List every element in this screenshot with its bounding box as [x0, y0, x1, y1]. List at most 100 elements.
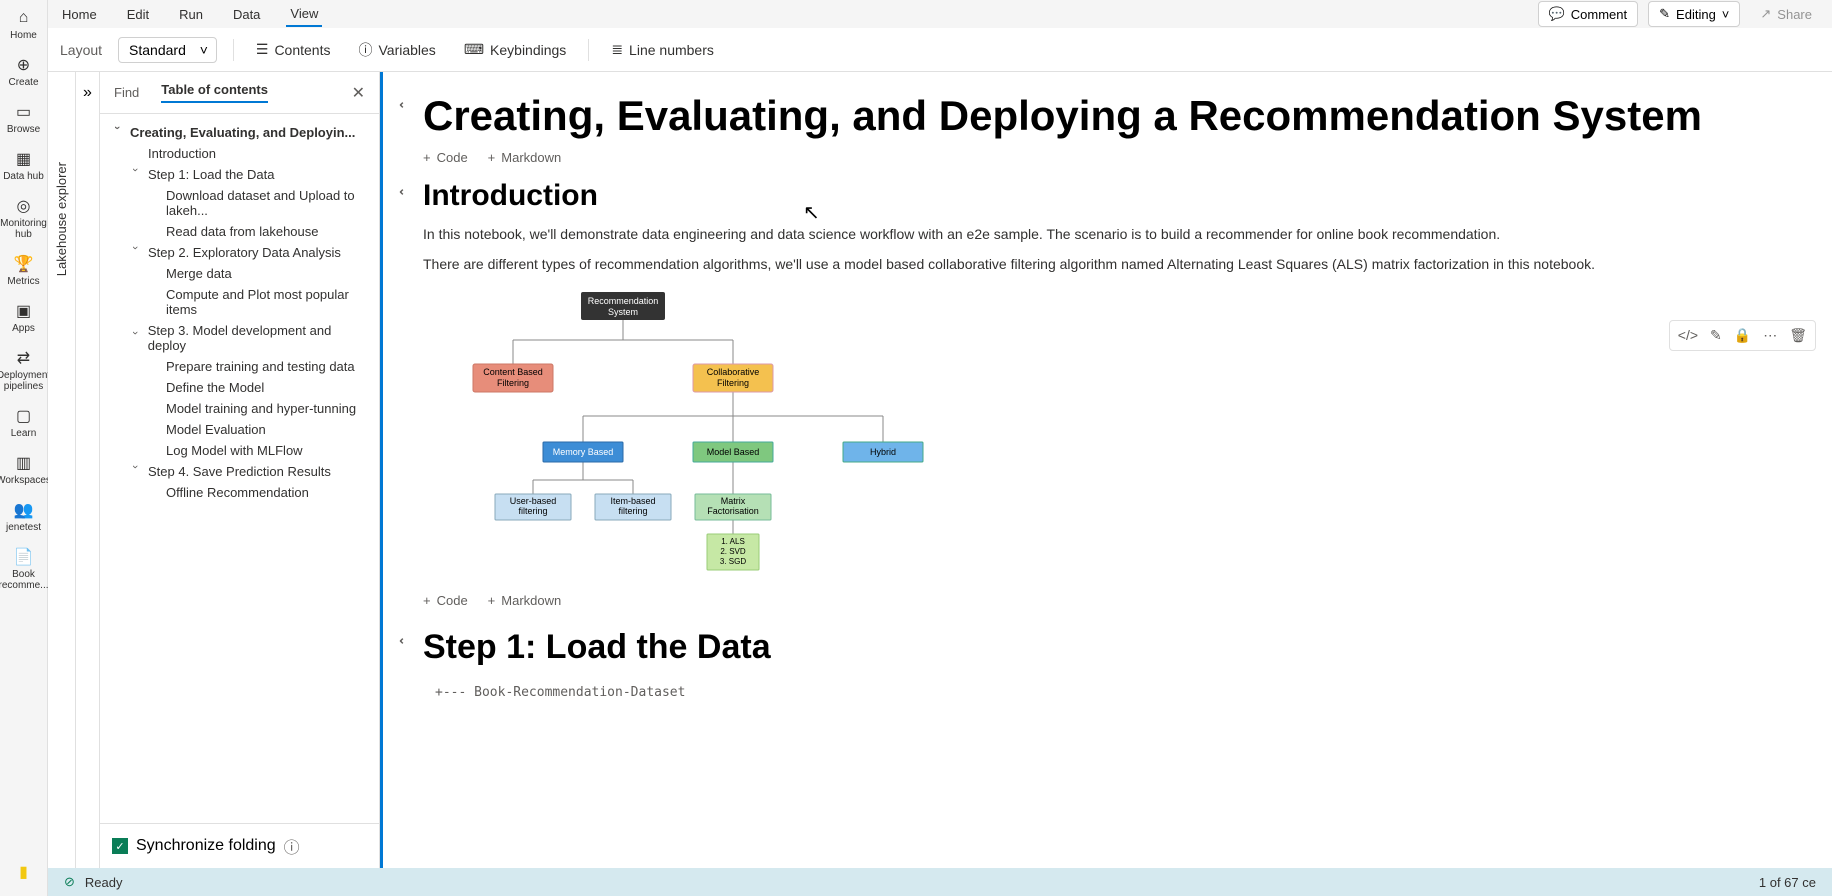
notebook-scroll[interactable]: ⌄ Creating, Evaluating, and Deploying a … — [380, 72, 1832, 868]
code-output-preview: +--- Book-Recommendation-Dataset — [423, 677, 1772, 708]
rail-notebook[interactable]: 📄Book recomme... — [0, 547, 48, 591]
home-icon: ⌂ — [14, 8, 34, 28]
toc-expand-toggle[interactable]: » — [76, 72, 100, 868]
notebook-content: ⌄ Creating, Evaluating, and Deploying a … — [383, 72, 1832, 728]
rail-create[interactable]: ⊕Create — [0, 55, 48, 88]
intro-para-1: In this notebook, we'll demonstrate data… — [423, 225, 1772, 245]
toc-item-5[interactable]: › Step 2. Exploratory Data Analysis — [100, 242, 379, 263]
lakehouse-explorer-collapsed[interactable]: Lakehouse explorer — [48, 72, 76, 868]
rail-metrics[interactable]: 🏆Metrics — [0, 254, 48, 287]
svg-text:3. SGD: 3. SGD — [720, 557, 746, 566]
code-icon[interactable]: </> — [1678, 327, 1698, 344]
chevron-down-icon: › — [129, 168, 141, 182]
chevron-down-icon: › — [129, 246, 141, 260]
keyboard-icon: ⌨ — [464, 41, 484, 58]
step1-heading: ⌄ Step 1: Load the Data — [423, 628, 1772, 667]
contents-button[interactable]: ☰Contents — [250, 37, 337, 62]
toc-item-9[interactable]: Prepare training and testing data — [100, 356, 379, 377]
toc-item-13[interactable]: Log Model with MLFlow — [100, 440, 379, 461]
line-numbers-button[interactable]: ≣Line numbers — [605, 37, 720, 62]
chevron-down-icon: › — [111, 126, 123, 140]
delete-icon[interactable]: 🗑 — [1789, 327, 1807, 344]
plus-icon: + — [423, 593, 431, 608]
sync-label: Synchronize folding — [136, 837, 276, 855]
toc-item-8[interactable]: ›Step 3. Model development and deploy — [100, 320, 379, 356]
menu-view[interactable]: View — [286, 2, 322, 27]
toc-item-3[interactable]: Download dataset and Upload to lakeh... — [100, 185, 379, 221]
share-button: ↗Share — [1750, 2, 1822, 26]
rail-home[interactable]: ⌂Home — [0, 8, 48, 41]
tab-find[interactable]: Find — [114, 85, 139, 100]
svg-text:1. ALS: 1. ALS — [721, 537, 745, 546]
close-icon[interactable]: ✕ — [352, 83, 365, 103]
content-area: Lakehouse explorer » Find Table of conte… — [48, 72, 1832, 868]
toc-item-7[interactable]: Compute and Plot most popular items — [100, 284, 379, 320]
toc-item-12[interactable]: Model Evaluation — [100, 419, 379, 440]
toc-item-2[interactable]: › Step 1: Load the Data — [100, 164, 379, 185]
add-code-button[interactable]: +Code — [423, 593, 468, 608]
plus-icon: + — [488, 593, 496, 608]
toc-item-11[interactable]: Model training and hyper-tunning — [100, 398, 379, 419]
powerbi-icon: ▮ — [14, 862, 34, 882]
tab-toc[interactable]: Table of contents — [161, 82, 268, 103]
toc-item-14[interactable]: ›Step 4. Save Prediction Results — [100, 461, 379, 482]
svg-text:Item-based: Item-based — [610, 496, 655, 506]
metrics-icon: 🏆 — [14, 254, 34, 274]
add-markdown-button[interactable]: +Markdown — [488, 593, 562, 608]
rail-datahub[interactable]: ▦Data hub — [0, 149, 48, 182]
toc-item-label: Step 1: Load the Data — [148, 167, 274, 182]
menu-edit[interactable]: Edit — [123, 3, 153, 26]
rail-browse[interactable]: ▭Browse — [0, 102, 48, 135]
rail-powerbi[interactable]: ▮ — [0, 862, 48, 882]
layout-label: Layout — [60, 42, 102, 58]
variables-icon: ⓘ — [358, 40, 372, 60]
layout-select[interactable]: Standard ˅ — [118, 37, 217, 63]
rail-workspace-user[interactable]: 👥jenetest — [0, 500, 48, 533]
rail-monitoring[interactable]: ◎Monitoring hub — [0, 196, 48, 240]
monitoring-icon: ◎ — [14, 196, 34, 216]
toc-item-0[interactable]: ›Creating, Evaluating, and Deployin... — [100, 122, 379, 143]
svg-text:Memory Based: Memory Based — [553, 447, 614, 457]
add-cell-row-1: +Code +Markdown — [423, 150, 1772, 165]
lines-icon: ≣ — [611, 41, 623, 58]
comment-button[interactable]: 💬Comment — [1538, 1, 1639, 27]
editing-button[interactable]: ✎Editing˅ — [1648, 1, 1740, 27]
svg-text:Filtering: Filtering — [717, 378, 749, 388]
menu-data[interactable]: Data — [229, 3, 264, 26]
toc-item-label: Define the Model — [166, 380, 264, 395]
toc-item-6[interactable]: Merge data — [100, 263, 379, 284]
plus-icon: + — [423, 150, 431, 165]
menu-home[interactable]: Home — [58, 3, 101, 26]
add-markdown-button[interactable]: +Markdown — [488, 150, 562, 165]
lock-icon[interactable]: 🔒 — [1734, 327, 1751, 344]
more-icon[interactable]: ⋯ — [1763, 327, 1777, 344]
menu-run[interactable]: Run — [175, 3, 207, 26]
edit-icon: ✎ — [1659, 6, 1670, 22]
chevron-down-icon[interactable]: ⌄ — [397, 636, 411, 646]
rail-pipelines[interactable]: ⇄Deployment pipelines — [0, 348, 48, 392]
keybindings-button[interactable]: ⌨Keybindings — [458, 37, 573, 62]
sync-checkbox[interactable]: ✓ — [112, 838, 128, 854]
main-area: Home Edit Run Data View 💬Comment ✎Editin… — [48, 0, 1832, 896]
rail-apps[interactable]: ▣Apps — [0, 301, 48, 334]
svg-text:Matrix: Matrix — [721, 496, 746, 506]
add-code-button[interactable]: +Code — [423, 150, 468, 165]
toc-item-10[interactable]: Define the Model — [100, 377, 379, 398]
toc-item-1[interactable]: Introduction — [100, 143, 379, 164]
info-icon[interactable]: ⓘ — [284, 834, 300, 858]
svg-text:User-based: User-based — [510, 496, 557, 506]
rail-learn[interactable]: ▢Learn — [0, 406, 48, 439]
toc-body: ›Creating, Evaluating, and Deployin...In… — [100, 114, 379, 823]
add-cell-row-2: +Code +Markdown — [423, 593, 1772, 608]
edit-icon[interactable]: ✎ — [1710, 327, 1722, 344]
chevron-down-icon: ˅ — [200, 42, 208, 58]
toc-item-4[interactable]: Read data from lakehouse — [100, 221, 379, 242]
toc-item-15[interactable]: Offline Recommendation — [100, 482, 379, 503]
chevron-down-icon[interactable]: ⌄ — [397, 187, 411, 197]
chevron-down-icon[interactable]: ⌄ — [397, 100, 411, 110]
variables-button[interactable]: ⓘVariables — [352, 36, 441, 64]
svg-text:filtering: filtering — [518, 506, 547, 516]
rail-workspaces[interactable]: ▥Workspaces — [0, 453, 48, 486]
svg-text:filtering: filtering — [618, 506, 647, 516]
toc-item-label: Step 2. Exploratory Data Analysis — [148, 245, 341, 260]
